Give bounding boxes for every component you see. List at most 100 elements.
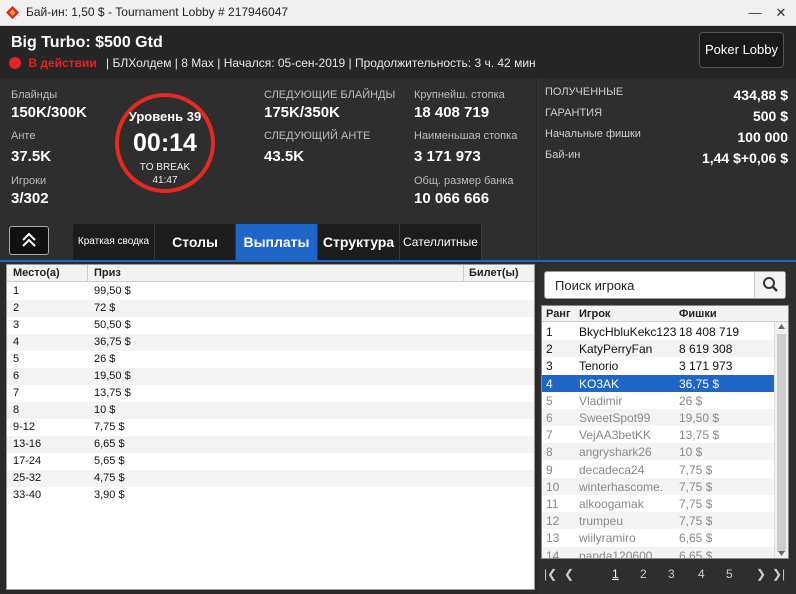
column-header-prize[interactable]: Приз [94, 267, 121, 279]
prev-page-icon[interactable]: ❮ [564, 567, 574, 581]
next-ante-label: СЛЕДУЮЩИЙ АНТЕ [264, 130, 371, 142]
player-chips: 7,75 $ [679, 514, 713, 529]
live-indicator-icon [9, 57, 21, 69]
table-row[interactable]: 4 36,75 $ [7, 334, 534, 351]
table-row[interactable]: 7 13,75 $ [7, 385, 534, 402]
to-break-timer: 41:47 [152, 175, 178, 186]
page-button-4[interactable]: 4 [698, 567, 705, 581]
tournament-details: | БЛХолдем | 8 Max | Начался: 05-сен-201… [106, 56, 536, 70]
list-item[interactable]: 5 Vladimir 26 $ [542, 392, 774, 409]
collapse-button[interactable] [9, 226, 49, 255]
column-header-place[interactable]: Место(а) [13, 267, 60, 279]
table-row[interactable]: 8 10 $ [7, 402, 534, 419]
payout-prize: 7,75 $ [94, 421, 125, 433]
next-ante-value: 43.5K [264, 148, 305, 165]
scroll-up-icon[interactable] [777, 323, 786, 331]
column-header-player[interactable]: Игрок [579, 308, 610, 320]
player-rank: 7 [546, 428, 553, 443]
player-search-input[interactable]: Поиск игрока [555, 278, 634, 293]
player-rank: 2 [546, 342, 553, 357]
last-page-icon[interactable]: ❯| [772, 567, 785, 581]
total-pot-value: 10 066 666 [414, 190, 490, 207]
status-badge: В действии [28, 56, 97, 70]
payout-place: 3 [13, 319, 20, 331]
tab-payouts[interactable]: Выплаты [236, 224, 318, 260]
player-list-scrollbar[interactable] [774, 322, 788, 558]
list-item[interactable]: 11 alkoogamak 7,75 $ [542, 495, 774, 512]
tournament-lobby-window: Бай-ин: 1,50 $ - Tournament Lobby # 2179… [0, 0, 796, 594]
list-item[interactable]: 12 trumpeu 7,75 $ [542, 512, 774, 530]
payout-place: 8 [13, 404, 20, 416]
next-page-icon[interactable]: ❯ [756, 567, 766, 581]
table-row[interactable]: 2 72 $ [7, 300, 534, 317]
poker-lobby-button[interactable]: Poker Lobby [699, 32, 784, 68]
received-value: 434,88 $ [733, 87, 789, 103]
players-label: Игроки [11, 175, 47, 187]
table-row[interactable]: 6 19,50 $ [7, 368, 534, 385]
player-rank: 12 [546, 514, 560, 529]
list-item[interactable]: 9 decadeca24 7,75 $ [542, 461, 774, 478]
tab-summary[interactable]: Краткая сводка [73, 224, 155, 260]
table-row[interactable]: 13-16 6,65 $ [7, 436, 534, 453]
player-name: angryshark26 [579, 445, 652, 460]
level-clock: Уровень 39 00:14 TO BREAK 41:47 [115, 93, 215, 193]
player-chips: 7,75 $ [679, 479, 713, 494]
player-search-box[interactable]: Поиск игрока [544, 271, 786, 299]
payout-prize: 72 $ [94, 302, 116, 314]
column-header-rank[interactable]: Ранг [546, 308, 571, 320]
player-rank: 13 [546, 531, 560, 546]
list-item[interactable]: 2 KatyPerryFan 8 619 308 [542, 340, 774, 358]
ante-label: Анте [11, 130, 36, 142]
pokerstars-logo-icon [6, 6, 19, 19]
scrollbar-thumb[interactable] [777, 334, 786, 552]
search-button[interactable] [754, 272, 785, 298]
payout-prize: 50,50 $ [94, 319, 131, 331]
page-button-1[interactable]: 1 [612, 567, 619, 581]
minimize-icon[interactable]: — [744, 3, 766, 23]
payout-prize: 4,75 $ [94, 472, 125, 484]
table-row[interactable]: 1 99,50 $ [7, 283, 534, 300]
first-page-icon[interactable]: |❮ [544, 567, 557, 581]
close-icon[interactable]: ✕ [770, 3, 792, 23]
table-row[interactable]: 5 26 $ [7, 351, 534, 368]
table-row[interactable]: 33-40 3,90 $ [7, 487, 534, 504]
table-row[interactable]: 25-32 4,75 $ [7, 470, 534, 487]
payout-place: 25-32 [13, 472, 42, 484]
page-button-3[interactable]: 3 [668, 567, 675, 581]
largest-stack-value: 18 408 719 [414, 104, 490, 121]
table-row[interactable]: 3 50,50 $ [7, 317, 534, 334]
column-header-chips[interactable]: Фишки [679, 308, 717, 320]
tab-satellites[interactable]: Сателлитные [400, 224, 482, 260]
list-item[interactable]: 13 wiilyramiro 6,65 $ [542, 529, 774, 546]
level-label: Уровень 39 [128, 109, 202, 124]
scroll-down-icon[interactable] [777, 549, 786, 557]
player-name: SweetSpot99 [579, 411, 651, 425]
player-rank: 11 [546, 497, 559, 511]
page-button-2[interactable]: 2 [640, 567, 647, 581]
list-item[interactable]: 6 SweetSpot99 19,50 $ [542, 409, 774, 426]
payout-place: 2 [13, 302, 20, 314]
list-item[interactable]: 4 KO3AK 36,75 $ [542, 374, 774, 392]
table-row[interactable]: 17-24 5,65 $ [7, 453, 534, 470]
smallest-stack-label: Наименьшая стопка [414, 130, 518, 142]
table-row[interactable]: 9-12 7,75 $ [7, 419, 534, 436]
column-header-ticket[interactable]: Билет(ы) [469, 267, 519, 279]
payout-prize: 13,75 $ [94, 387, 131, 399]
title-bar: Бай-ин: 1,50 $ - Tournament Lobby # 2179… [0, 0, 796, 26]
list-item[interactable]: 10 winterhascome. 7,75 $ [542, 477, 774, 495]
payout-prize: 6,65 $ [94, 438, 125, 450]
start-chips-value: 100 000 [737, 129, 788, 145]
payouts-table-header: Место(а) Приз Билет(ы) [7, 265, 534, 282]
tab-tables[interactable]: Столы [155, 224, 236, 260]
player-name: panda120600 [579, 548, 653, 559]
page-button-5[interactable]: 5 [726, 567, 733, 581]
list-item[interactable]: 8 angryshark26 10 $ [542, 443, 774, 461]
list-item[interactable]: 7 VejAA3betKK 13,75 $ [542, 426, 774, 443]
player-list-panel: Поиск игрока Ранг Игрок Фишки 1 BkycHbluK… [538, 264, 796, 594]
list-item[interactable]: 3 Tenorio 3 171 973 [542, 357, 774, 374]
list-item[interactable]: 14 panda120600 6,65 $ [542, 546, 774, 559]
list-item[interactable]: 1 BkycHbluKekc123 18 408 719 [542, 323, 774, 340]
search-icon [763, 277, 778, 292]
player-rank: 10 [546, 479, 560, 494]
tab-structure[interactable]: Структура [318, 224, 400, 260]
